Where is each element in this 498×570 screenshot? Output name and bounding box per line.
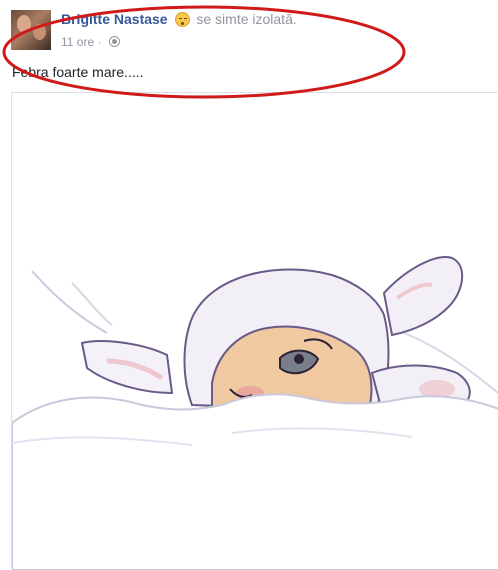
sick-bunny-illustration [12,256,498,570]
red-annotation-ellipse [2,5,406,99]
post-image-frame[interactable] [11,92,498,570]
